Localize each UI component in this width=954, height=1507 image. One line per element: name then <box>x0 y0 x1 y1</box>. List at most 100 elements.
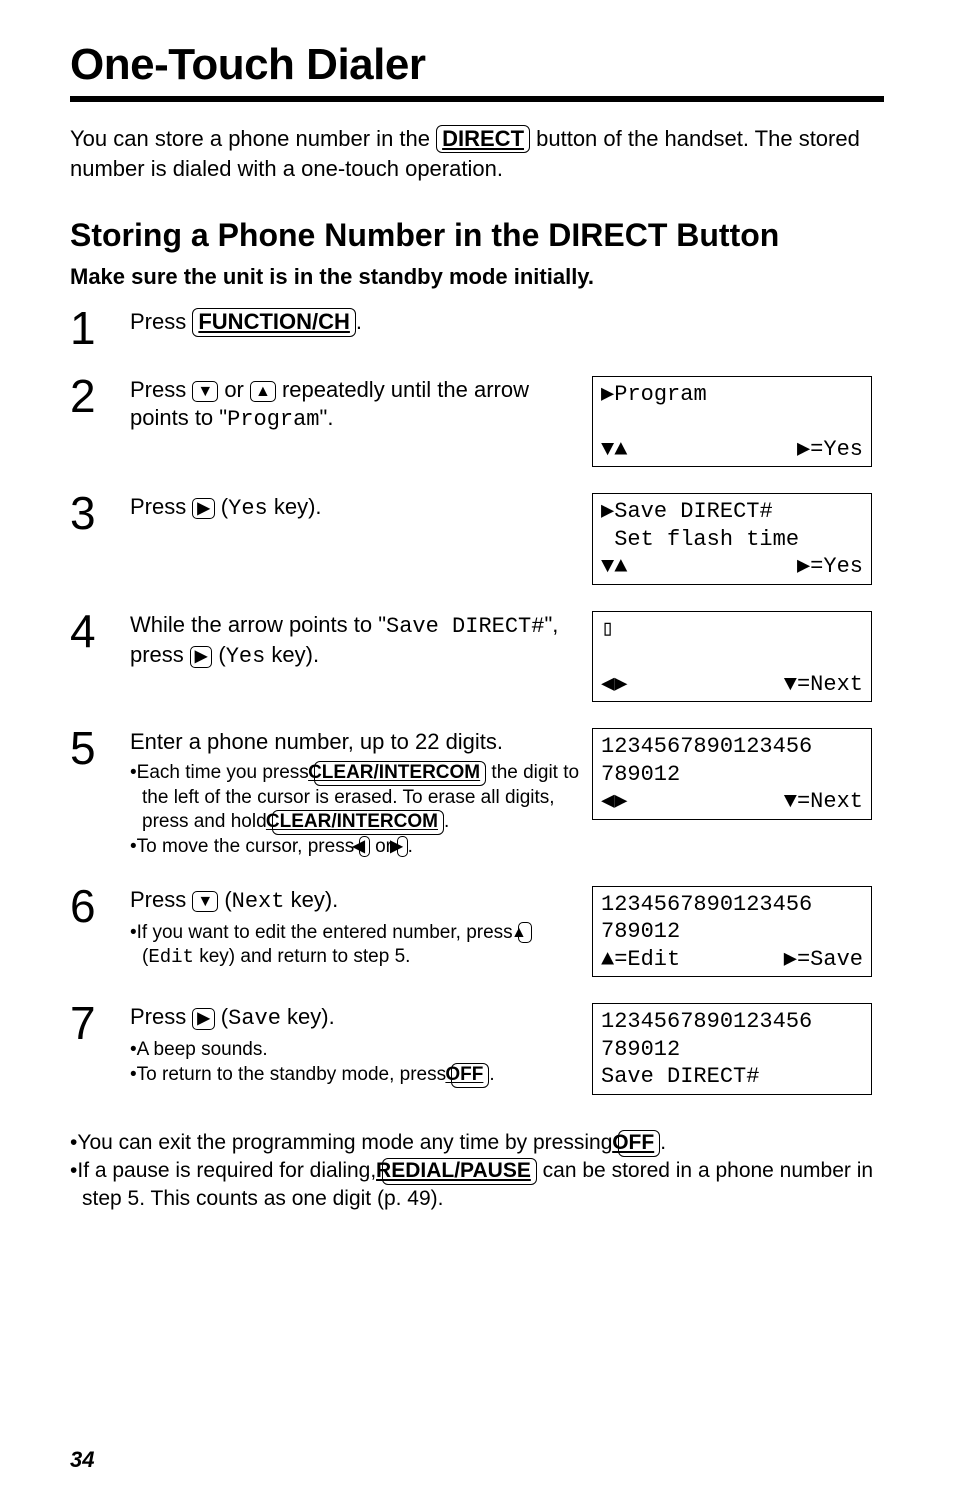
step-main: Press ▼ (Next key). <box>130 886 580 917</box>
text: . <box>408 836 413 857</box>
text: key). <box>268 494 322 519</box>
footnote: •You can exit the programming mode any t… <box>70 1129 884 1157</box>
page-number: 34 <box>70 1447 94 1473</box>
step-1: 1 Press FUNCTION/CH. <box>70 308 884 349</box>
lcd-line: ▼▲ ▶=Yes <box>601 553 863 581</box>
step-number: 4 <box>70 611 118 703</box>
text: ". <box>320 405 334 430</box>
text: . <box>660 1131 666 1154</box>
lcd-line: ▯ <box>601 616 863 644</box>
text: A beep sounds. <box>137 1039 268 1060</box>
redial-pause-key: REDIAL/PAUSE <box>382 1158 537 1185</box>
off-key: OFF <box>451 1063 489 1088</box>
page: One-Touch Dialer You can store a phone n… <box>0 0 954 1507</box>
lcd-line: ◀▶ ▼=Next <box>601 671 863 699</box>
step-number: 5 <box>70 728 118 860</box>
step-7: 7 Press ▶ (Save key). •A beep sounds. •T… <box>70 1003 884 1095</box>
lcd-right: ▼=Next <box>784 671 863 699</box>
text: While the arrow points to " <box>130 612 386 637</box>
step-2: 2 Press ▼ or ▲ repeatedly until the arro… <box>70 376 884 468</box>
lcd-right: ▶=Yes <box>797 553 863 581</box>
text: Press <box>130 377 192 402</box>
lcd-left: ◀▶ <box>601 671 628 699</box>
mono-edit: Edit <box>148 946 194 968</box>
clear-intercom-key: CLEAR/INTERCOM <box>272 810 444 835</box>
text: . <box>444 811 449 832</box>
mono-program: Program <box>227 407 319 432</box>
display-col: ▶Program ▼▲ ▶=Yes <box>592 376 884 468</box>
text: key). <box>281 1004 335 1029</box>
footnotes: •You can exit the programming mode any t… <box>70 1129 884 1213</box>
text: ( <box>215 1004 228 1029</box>
step-bullets: •A beep sounds. •To return to the standb… <box>130 1038 580 1088</box>
text: Each time you press <box>137 762 314 783</box>
lcd-line: ▶Program <box>601 381 863 409</box>
step-body: Press ▼ or ▲ repeatedly until the arrow … <box>130 376 580 468</box>
lcd-line: 1234567890123456 <box>601 1008 863 1036</box>
down-key: ▼ <box>192 891 218 912</box>
function-ch-key: FUNCTION/CH <box>192 308 356 336</box>
right-key: ▶ <box>192 1008 214 1029</box>
mono-save: Save <box>228 1006 281 1031</box>
right-key: ▶ <box>397 836 407 857</box>
lcd-line: 789012 <box>601 1036 863 1064</box>
lcd-right: ▶=Save <box>784 946 863 974</box>
step-body: Press ▼ (Next key). •If you want to edit… <box>130 886 580 978</box>
text: If you want to edit the entered number, … <box>137 922 518 943</box>
text: Press <box>130 309 192 334</box>
bullet: •To move the cursor, press ◀ or ▶. <box>130 835 580 860</box>
step-number: 2 <box>70 376 118 468</box>
bullet: •If you want to edit the entered number,… <box>130 921 580 970</box>
step-body: Press ▶ (Yes key). <box>130 493 580 585</box>
display-col: 1234567890123456 789012 ▲=Edit ▶=Save <box>592 886 884 978</box>
lcd-left: ◀▶ <box>601 788 628 816</box>
lcd-left: ▼▲ <box>601 436 627 464</box>
bullet: •Each time you press CLEAR/INTERCOM the … <box>130 761 580 835</box>
up-key: ▲ <box>518 922 532 943</box>
lcd-line: 789012 <box>601 918 863 946</box>
display-col: ▯ ◀▶ ▼=Next <box>592 611 884 703</box>
step-body: Enter a phone number, up to 22 digits. •… <box>130 728 580 860</box>
section-heading: Storing a Phone Number in the DIRECT But… <box>70 217 884 254</box>
lcd-line <box>601 408 863 436</box>
lcd-line: ▼▲ ▶=Yes <box>601 436 863 464</box>
lcd-left: ▼▲ <box>601 553 627 581</box>
mono-next: Next <box>232 889 285 914</box>
step-main: Enter a phone number, up to 22 digits. <box>130 728 580 757</box>
right-key: ▶ <box>192 498 214 519</box>
bullet: •To return to the standby mode, press OF… <box>130 1063 580 1088</box>
step-number: 7 <box>70 1003 118 1095</box>
lcd-line: 1234567890123456 <box>601 891 863 919</box>
mono-yes: Yes <box>226 644 266 669</box>
display-col: ▶Save DIRECT# Set flash time ▼▲ ▶=Yes <box>592 493 884 585</box>
step-5: 5 Enter a phone number, up to 22 digits.… <box>70 728 884 860</box>
text: Press <box>130 1004 192 1029</box>
steps-list: 1 Press FUNCTION/CH. 2 Press ▼ or ▲ repe… <box>70 308 884 1095</box>
display-col: 1234567890123456 789012 ◀▶ ▼=Next <box>592 728 884 860</box>
right-key: ▶ <box>190 646 212 667</box>
lcd-line <box>601 643 863 671</box>
standby-instruction: Make sure the unit is in the standby mod… <box>70 264 884 290</box>
lcd-right: ▶=Yes <box>797 436 863 464</box>
text: ( <box>215 494 228 519</box>
step-body: Press ▶ (Save key). •A beep sounds. •To … <box>130 1003 580 1095</box>
step-bullets: •Each time you press CLEAR/INTERCOM the … <box>130 761 580 860</box>
step-number: 6 <box>70 886 118 978</box>
text: ( <box>212 642 225 667</box>
step-3: 3 Press ▶ (Yes key). ▶Save DIRECT# Set f… <box>70 493 884 585</box>
step-4: 4 While the arrow points to "Save DIRECT… <box>70 611 884 703</box>
step-number: 1 <box>70 308 118 349</box>
clear-intercom-key: CLEAR/INTERCOM <box>314 761 486 786</box>
lcd-display: ▯ ◀▶ ▼=Next <box>592 611 872 703</box>
mono-yes: Yes <box>228 496 268 521</box>
step-6: 6 Press ▼ (Next key). •If you want to ed… <box>70 886 884 978</box>
text: To return to the standby mode, press <box>137 1064 452 1085</box>
lcd-display: 1234567890123456 789012 ▲=Edit ▶=Save <box>592 886 872 978</box>
text: or <box>218 377 250 402</box>
title-rule <box>70 96 884 102</box>
lcd-line: Set flash time <box>601 526 863 554</box>
text: ( <box>218 887 231 912</box>
text: You can exit the programming mode any ti… <box>77 1131 618 1154</box>
lcd-display: ▶Save DIRECT# Set flash time ▼▲ ▶=Yes <box>592 493 872 585</box>
step-number: 3 <box>70 493 118 585</box>
